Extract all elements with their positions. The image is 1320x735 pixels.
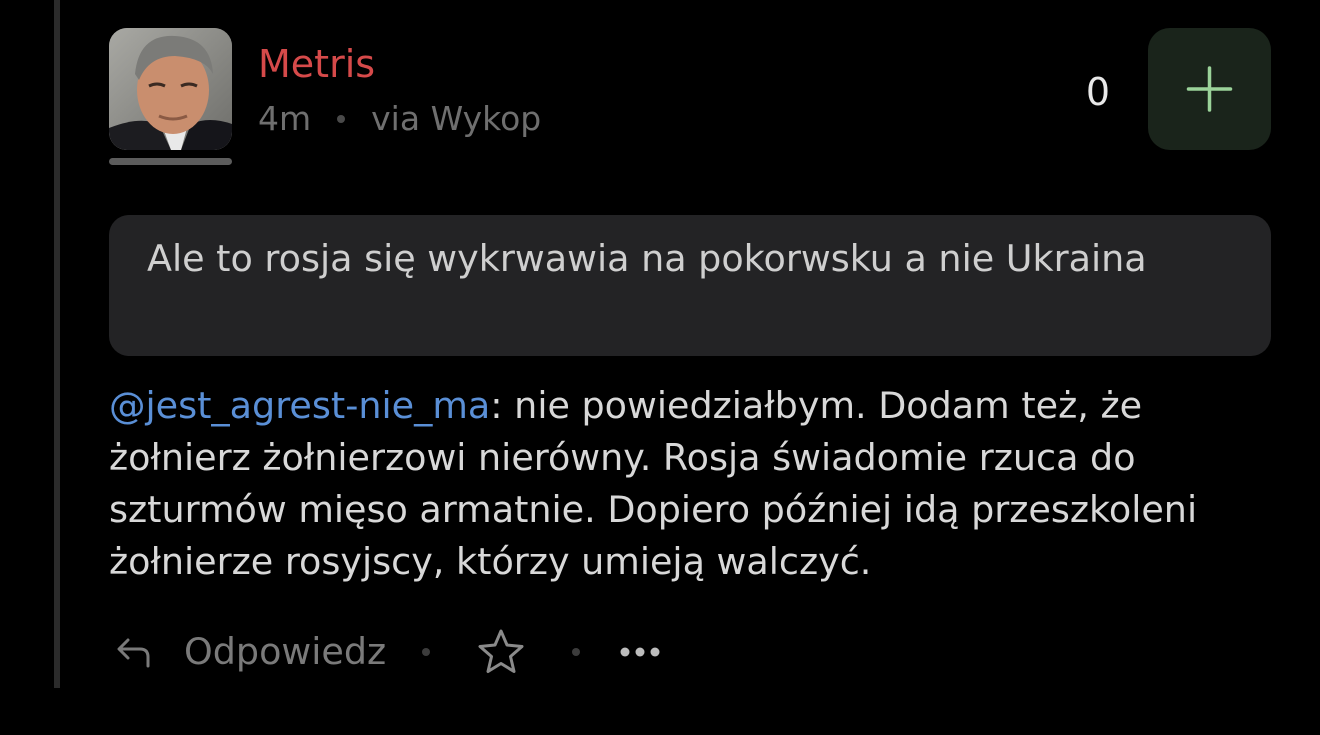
separator-dot <box>572 648 581 656</box>
star-outline-icon[interactable] <box>476 628 526 676</box>
reply-button[interactable]: Odpowiedz <box>114 626 386 678</box>
avatar-image <box>109 28 232 150</box>
more-dots-icon[interactable] <box>618 645 662 659</box>
separator-dot <box>337 115 346 123</box>
post-time[interactable]: 4m <box>258 96 311 142</box>
post-meta: 4m via Wykop <box>258 96 541 142</box>
vote-count: 0 <box>1085 70 1111 114</box>
thread-line <box>54 0 60 688</box>
reply-arrow-icon <box>114 632 154 672</box>
avatar-underline <box>109 158 232 165</box>
separator-dot <box>422 648 431 656</box>
upvote-button[interactable] <box>1148 28 1271 150</box>
avatar[interactable] <box>109 28 232 150</box>
quoted-text: Ale to rosja się wykrwawia na pokorwsku … <box>109 215 1271 356</box>
comment-body: @jest_agrest-nie_ma: nie powiedziałbym. … <box>109 380 1289 588</box>
action-bar: Odpowiedz <box>114 622 662 682</box>
author-name[interactable]: Metris <box>258 38 375 90</box>
post-source: via Wykop <box>371 99 542 138</box>
user-mention[interactable]: @jest_agrest-nie_ma <box>109 384 490 427</box>
plus-icon <box>1186 66 1233 112</box>
reply-label: Odpowiedz <box>184 630 387 673</box>
